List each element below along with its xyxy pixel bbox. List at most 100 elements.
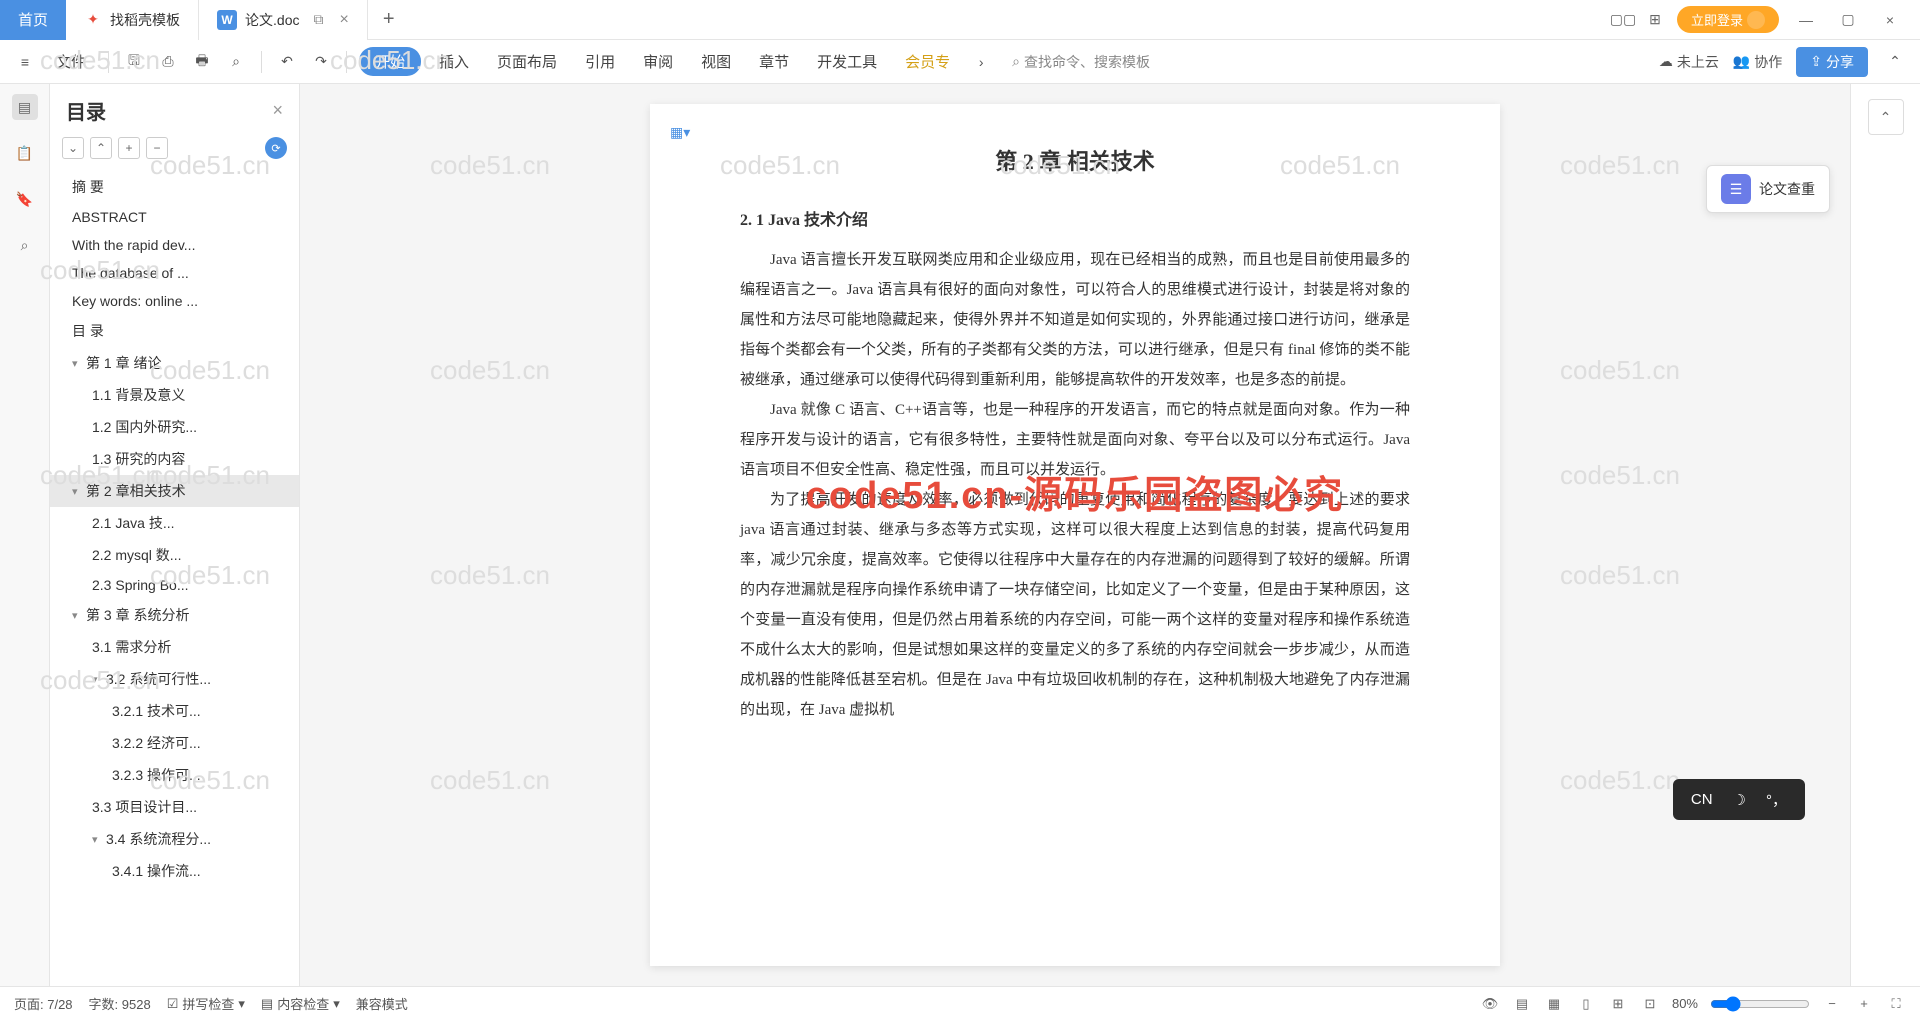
share-button[interactable]: ⇪ 分享: [1796, 47, 1868, 77]
tab-template[interactable]: ✦ 找稻壳模板: [66, 0, 199, 40]
more-icon[interactable]: ›: [968, 49, 994, 75]
tab-home[interactable]: 首页: [0, 0, 66, 40]
view-web-icon[interactable]: ▦: [1544, 994, 1564, 1014]
toc-item[interactable]: 3.2.3 操作可...: [50, 759, 299, 791]
share-icon: ⇪: [1810, 53, 1822, 70]
close-button[interactable]: ×: [1875, 5, 1905, 35]
view-read-icon[interactable]: ⊞: [1608, 994, 1628, 1014]
print-icon[interactable]: 🖶: [189, 49, 215, 75]
search-box[interactable]: ⌕ 查找命令、搜索模板: [1012, 52, 1150, 72]
redo-icon[interactable]: ↷: [308, 49, 334, 75]
toc-item[interactable]: 2.3 Spring Bo...: [50, 571, 299, 599]
collapse-all-icon[interactable]: ⌄: [62, 137, 84, 159]
toc-item[interactable]: ▾第 3 章 系统分析: [50, 599, 299, 631]
toc-item[interactable]: 3.2.1 技术可...: [50, 695, 299, 727]
toc-item[interactable]: 2.1 Java 技...: [50, 507, 299, 539]
layout-icon[interactable]: ▢▢: [1613, 10, 1633, 30]
cloud-icon: ☁: [1659, 53, 1673, 70]
close-icon[interactable]: ×: [339, 11, 348, 29]
tab-ref[interactable]: 引用: [575, 47, 625, 76]
tab-layout[interactable]: 页面布局: [487, 47, 567, 76]
search-panel-icon[interactable]: ⌕: [12, 232, 38, 258]
add-icon[interactable]: +: [118, 137, 140, 159]
toc-item[interactable]: 摘 要: [50, 171, 299, 203]
plagiarism-check-tool[interactable]: ☰ 论文查重: [1706, 165, 1830, 213]
page-indicator[interactable]: 页面: 7/28: [14, 994, 73, 1013]
fire-icon: ✦: [84, 11, 102, 29]
toc-item[interactable]: 1.2 国内外研究...: [50, 411, 299, 443]
collapse-icon[interactable]: ⌃: [1882, 49, 1908, 75]
tab-review[interactable]: 审阅: [633, 47, 683, 76]
minimize-button[interactable]: —: [1791, 5, 1821, 35]
chevron-down-icon: ▾: [72, 357, 86, 370]
saveas-icon[interactable]: ⎙: [155, 49, 181, 75]
toc-item[interactable]: ▾3.4 系统流程分...: [50, 823, 299, 855]
tab-start[interactable]: 开始: [359, 47, 421, 76]
toc-item[interactable]: Key words: online ...: [50, 287, 299, 315]
toc-item[interactable]: 3.3 项目设计目...: [50, 791, 299, 823]
zoom-fit-icon[interactable]: ⊡: [1640, 994, 1660, 1014]
tab-document[interactable]: W 论文.doc ⧉ ×: [199, 0, 368, 40]
toc-list: 摘 要ABSTRACTWith the rapid dev...The data…: [50, 167, 299, 986]
toc-item-label: 3.2.1 技术可...: [112, 701, 201, 721]
toc-item[interactable]: ABSTRACT: [50, 203, 299, 231]
toc-item[interactable]: ▾3.2 系统可行性...: [50, 663, 299, 695]
outline-icon[interactable]: ▤: [12, 94, 38, 120]
tab-vip[interactable]: 会员专: [895, 47, 960, 76]
tab-chapter[interactable]: 章节: [749, 47, 799, 76]
title-bar: 首页 ✦ 找稻壳模板 W 论文.doc ⧉ × + ▢▢ ⊞ 立即登录 — ▢ …: [0, 0, 1920, 40]
maximize-button[interactable]: ▢: [1833, 5, 1863, 35]
remove-icon[interactable]: −: [146, 137, 168, 159]
tab-view[interactable]: 视图: [691, 47, 741, 76]
toc-item[interactable]: 2.2 mysql 数...: [50, 539, 299, 571]
collab-button[interactable]: 👥 协作: [1733, 52, 1782, 72]
toc-item[interactable]: 3.2.2 经济可...: [50, 727, 299, 759]
expand-all-icon[interactable]: ⌃: [90, 137, 112, 159]
zoom-level[interactable]: 80%: [1672, 996, 1698, 1011]
undo-icon[interactable]: ↶: [274, 49, 300, 75]
new-tab-button[interactable]: +: [368, 8, 410, 31]
cloud-label: 未上云: [1677, 52, 1719, 72]
view-page-icon[interactable]: ▤: [1512, 994, 1532, 1014]
file-menu[interactable]: 文件: [46, 47, 96, 76]
view-eye-icon[interactable]: 👁: [1480, 994, 1500, 1014]
spell-check[interactable]: ☑ 拼写检查 ▾: [167, 994, 245, 1013]
toc-item[interactable]: 1.1 背景及意义: [50, 379, 299, 411]
toc-item[interactable]: ▾第 1 章 绪论: [50, 347, 299, 379]
login-button[interactable]: 立即登录: [1677, 6, 1779, 33]
sync-icon[interactable]: ⟳: [265, 137, 287, 159]
save-icon[interactable]: 🖫: [121, 49, 147, 75]
toc-item[interactable]: 3.1 需求分析: [50, 631, 299, 663]
fullscreen-icon[interactable]: ⛶: [1886, 994, 1906, 1014]
menu-icon[interactable]: ≡: [12, 49, 38, 75]
word-count[interactable]: 字数: 9528: [89, 994, 151, 1013]
toc-close-icon[interactable]: ×: [272, 100, 283, 121]
page-options-icon[interactable]: ▦▾: [670, 124, 690, 141]
toc-item[interactable]: 1.3 研究的内容: [50, 443, 299, 475]
zoom-out-icon[interactable]: −: [1822, 994, 1842, 1014]
toc-item-label: 2.3 Spring Bo...: [92, 577, 189, 593]
view-outline-icon[interactable]: ▯: [1576, 994, 1596, 1014]
toc-item-label: 1.3 研究的内容: [92, 449, 185, 469]
toc-item[interactable]: 3.4.1 操作流...: [50, 855, 299, 887]
collapse-panel-icon[interactable]: ⌃: [1868, 99, 1904, 135]
document-area[interactable]: ▦▾ 第 2 章 相关技术 2. 1 Java 技术介绍 Java 语言擅长开发…: [300, 84, 1850, 986]
cloud-button[interactable]: ☁ 未上云: [1659, 52, 1719, 72]
clipboard-icon[interactable]: 📋: [12, 140, 38, 166]
toc-item[interactable]: ▾第 2 章相关技术: [50, 475, 299, 507]
bookmark-icon[interactable]: 🔖: [12, 186, 38, 212]
zoom-in-icon[interactable]: +: [1854, 994, 1874, 1014]
toc-item-label: 1.1 背景及意义: [92, 385, 185, 405]
preview-icon[interactable]: ⌕: [223, 49, 249, 75]
toc-item-label: 目 录: [72, 321, 104, 341]
tab-dev[interactable]: 开发工具: [807, 47, 887, 76]
toc-item-label: 3.2.3 操作可...: [112, 765, 201, 785]
toc-item[interactable]: 目 录: [50, 315, 299, 347]
zoom-slider[interactable]: [1710, 996, 1810, 1012]
tab-insert[interactable]: 插入: [429, 47, 479, 76]
grid-icon[interactable]: ⊞: [1645, 10, 1665, 30]
toc-item[interactable]: The database of ...: [50, 259, 299, 287]
content-check[interactable]: ▤ 内容检查 ▾: [261, 994, 340, 1013]
external-icon[interactable]: ⧉: [313, 11, 323, 28]
toc-item[interactable]: With the rapid dev...: [50, 231, 299, 259]
